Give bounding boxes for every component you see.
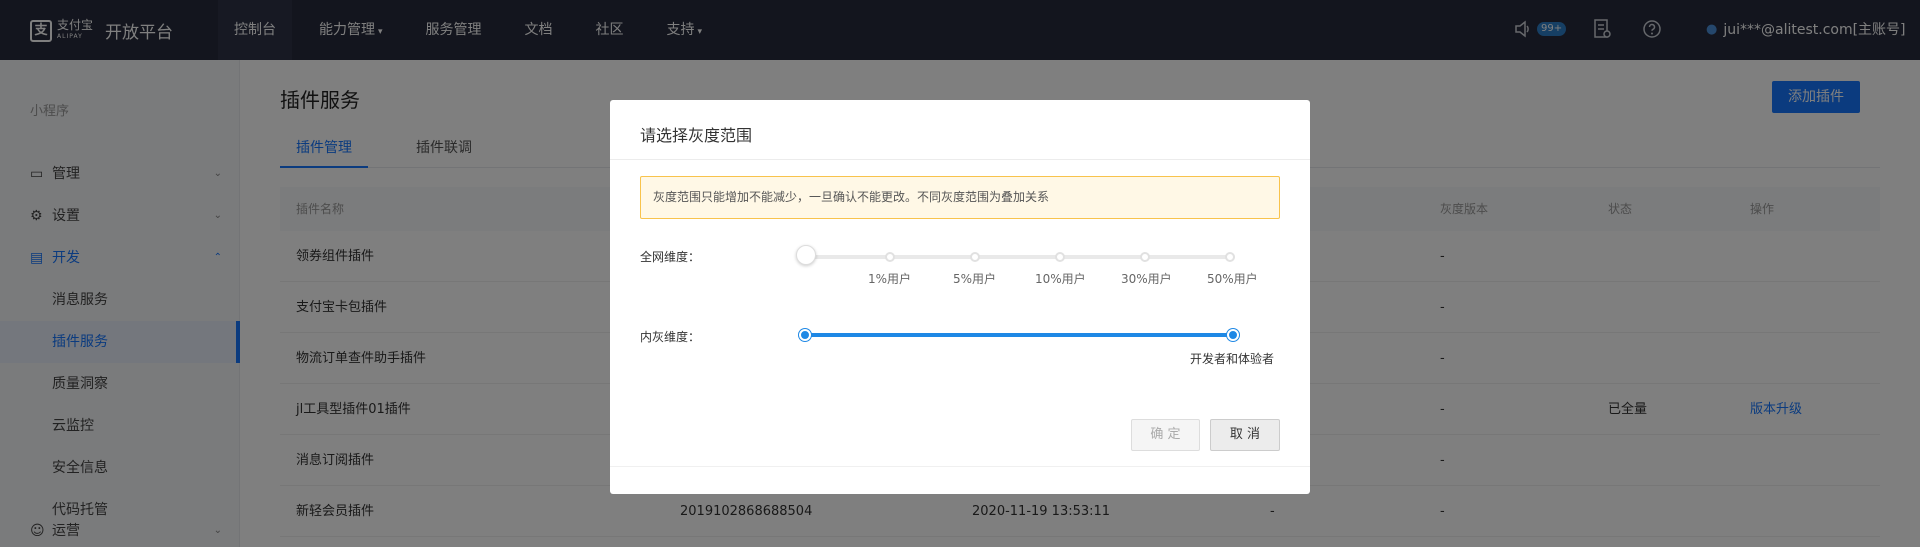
- slider-dot[interactable]: [885, 252, 895, 262]
- slider-mark: 10%用户: [1035, 272, 1086, 286]
- slider-mark: 50%用户: [1207, 272, 1258, 286]
- dialog-footer-divider: [610, 466, 1310, 467]
- slider-dot[interactable]: [1225, 252, 1235, 262]
- network-slider-handle[interactable]: [796, 245, 816, 265]
- slider-mark: 5%用户: [953, 272, 997, 286]
- dialog-divider: [610, 159, 1310, 160]
- network-slider-track[interactable]: [805, 255, 1235, 259]
- slider-dot[interactable]: [970, 252, 980, 262]
- slider-dot[interactable]: [1140, 252, 1150, 262]
- gray-range-dialog: 请选择灰度范围 灰度范围只能增加不能减少，一旦确认不能更改。不同灰度范围为叠加关…: [610, 100, 1310, 494]
- internal-slider-track[interactable]: [805, 333, 1235, 337]
- internal-slider-start[interactable]: [799, 329, 811, 341]
- network-dimension-label: 全网维度：: [640, 250, 701, 264]
- slider-mark: 30%用户: [1121, 272, 1172, 286]
- slider-mark: 1%用户: [868, 272, 912, 286]
- cancel-button[interactable]: 取 消: [1210, 419, 1280, 451]
- warning-alert: 灰度范围只能增加不能减少，一旦确认不能更改。不同灰度范围为叠加关系: [640, 176, 1280, 219]
- dialog-title: 请选择灰度范围: [640, 126, 753, 145]
- slider-dot[interactable]: [1055, 252, 1065, 262]
- internal-dimension-label: 内灰维度：: [640, 330, 701, 344]
- confirm-button[interactable]: 确 定: [1131, 419, 1200, 451]
- internal-slider-end[interactable]: [1227, 329, 1239, 341]
- internal-mark: 开发者和体验者: [1190, 352, 1275, 366]
